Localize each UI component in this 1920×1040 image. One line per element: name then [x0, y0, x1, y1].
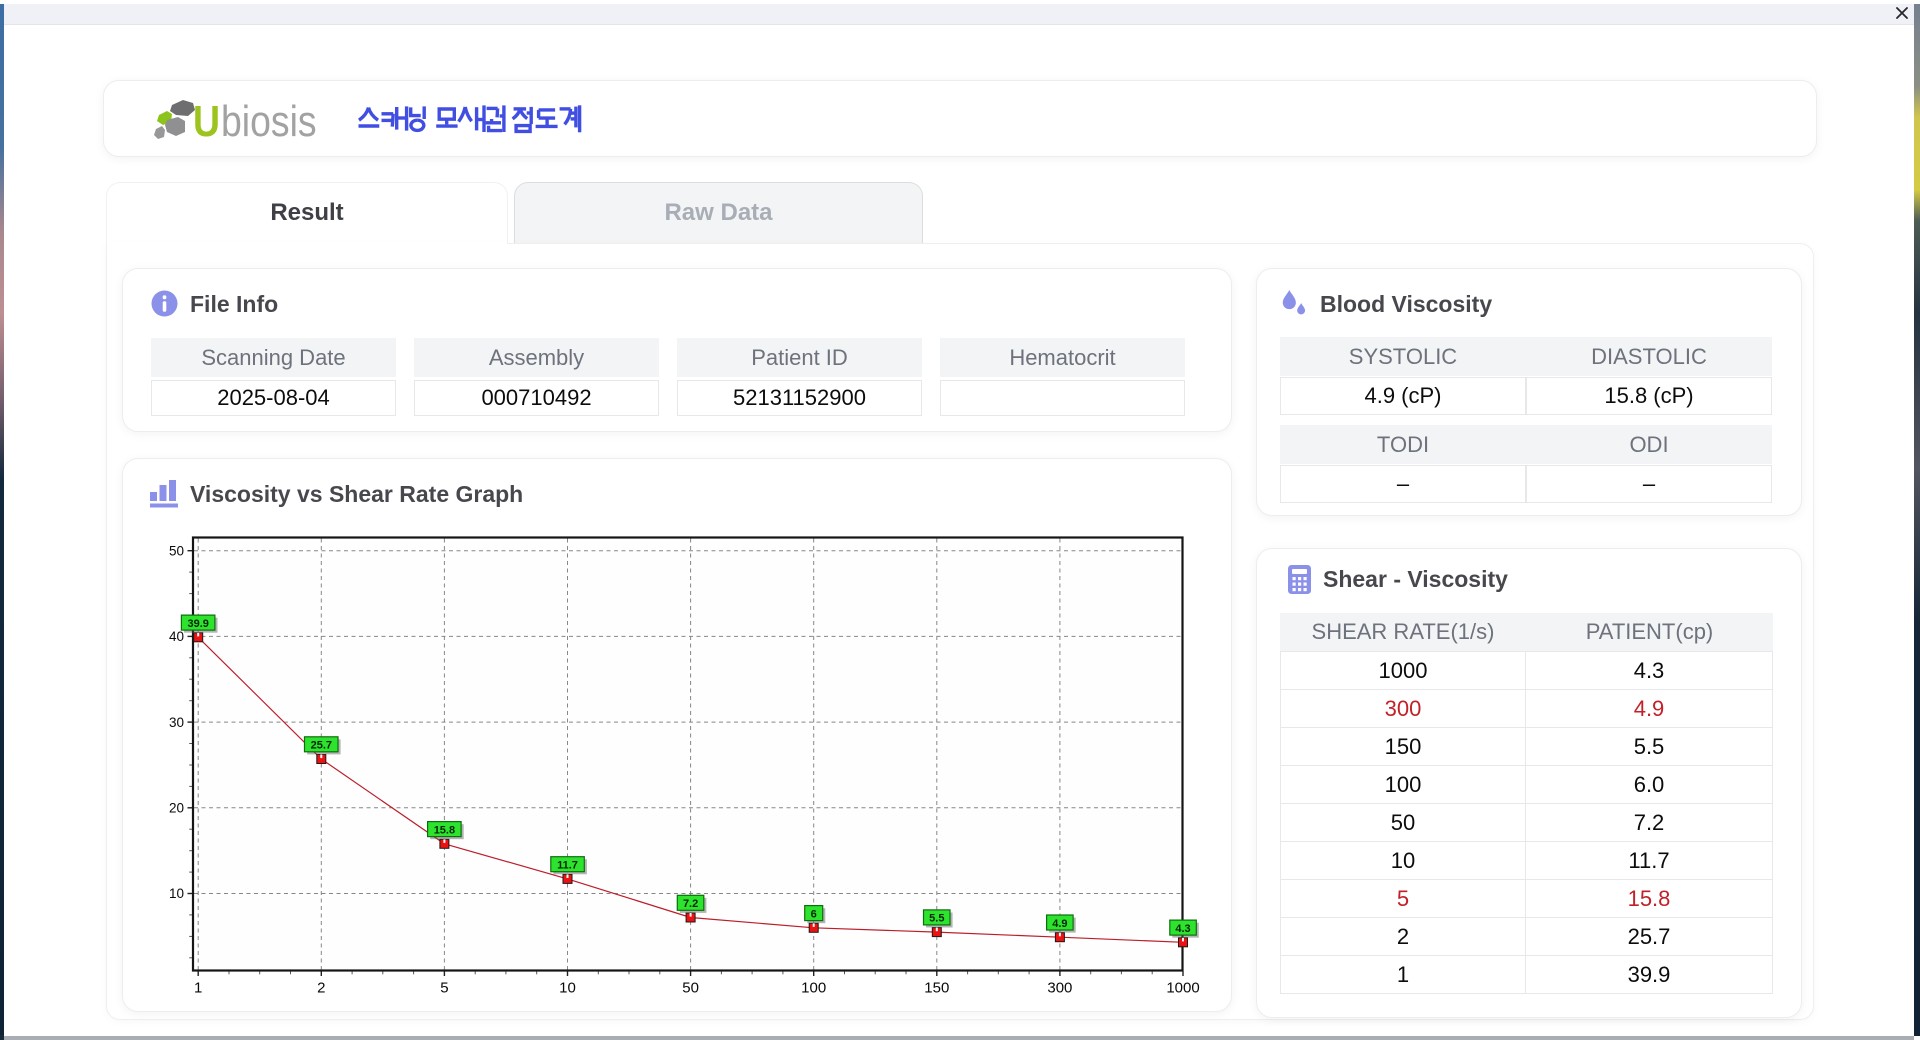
svg-text:7.2: 7.2: [683, 898, 698, 910]
svg-text:1: 1: [194, 980, 202, 997]
svg-text:11.7: 11.7: [557, 860, 578, 872]
svg-text:100: 100: [801, 980, 826, 997]
svg-text:39.9: 39.9: [187, 618, 208, 630]
svg-text:4.9: 4.9: [1052, 918, 1067, 930]
svg-text:10: 10: [169, 886, 184, 901]
svg-text:20: 20: [169, 801, 184, 816]
svg-text:U: U: [193, 96, 220, 145]
svg-text:1000: 1000: [1166, 980, 1199, 997]
svg-text:50: 50: [169, 543, 184, 558]
svg-text:6: 6: [811, 908, 817, 920]
svg-text:4.3: 4.3: [1175, 923, 1190, 935]
svg-text:25.7: 25.7: [311, 740, 332, 752]
svg-text:biosis: biosis: [221, 96, 317, 145]
svg-text:150: 150: [924, 980, 949, 997]
svg-text:30: 30: [169, 715, 184, 730]
svg-text:50: 50: [682, 980, 699, 997]
svg-text:15.8: 15.8: [434, 824, 455, 836]
svg-text:10: 10: [559, 980, 576, 997]
svg-text:5.5: 5.5: [929, 913, 944, 925]
svg-text:2: 2: [317, 980, 325, 997]
svg-text:300: 300: [1047, 980, 1072, 997]
svg-text:40: 40: [169, 629, 184, 644]
svg-text:5: 5: [440, 980, 448, 997]
